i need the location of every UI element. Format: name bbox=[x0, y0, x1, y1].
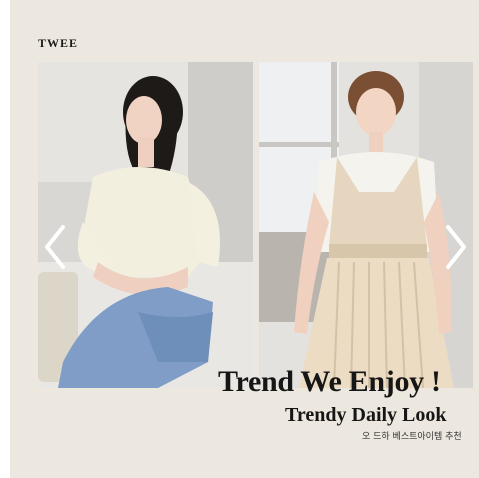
carousel-prev-button[interactable] bbox=[40, 222, 70, 272]
carousel-next-button[interactable] bbox=[441, 222, 471, 272]
product-photo-blouse-jeans[interactable] bbox=[38, 62, 253, 388]
banner-subhead: Trendy Daily Look bbox=[285, 404, 447, 426]
brand-logo: TWEE bbox=[38, 36, 79, 50]
chevron-left-icon bbox=[45, 225, 65, 269]
banner-caption: 오 드하 베스트아이템 추천 bbox=[362, 432, 462, 442]
banner-headline: Trend We Enjoy ! bbox=[218, 365, 441, 398]
chevron-right-icon bbox=[446, 225, 466, 269]
promo-banner[interactable]: TWEE Trend We Enjoy ! Trendy Daily Look … bbox=[10, 0, 479, 478]
model-photo-illustration bbox=[38, 62, 253, 388]
